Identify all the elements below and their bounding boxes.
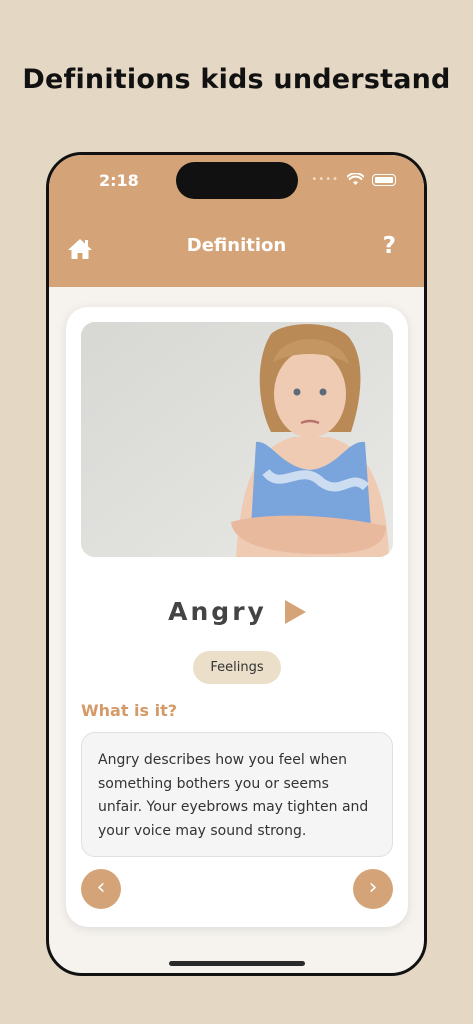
chevron-right-icon: ›: [368, 875, 378, 900]
promo-headline: Definitions kids understand: [22, 64, 451, 95]
word-row: Angry: [66, 597, 408, 626]
screen-title: Definition: [186, 235, 287, 256]
status-icons: ••••: [311, 173, 396, 186]
signal-icon: ••••: [311, 174, 339, 185]
wifi-icon: [347, 173, 364, 185]
dynamic-island: [176, 162, 298, 199]
battery-icon: [372, 173, 396, 186]
definition-heading: What is it?: [81, 701, 178, 720]
definition-text: Angry describes how you feel when someth…: [81, 732, 393, 857]
chevron-left-icon: ‹: [96, 875, 106, 900]
top-app-bar: 2:18 •••• Definition ?: [49, 155, 424, 287]
play-icon[interactable]: [284, 599, 306, 624]
status-time: 2:18: [99, 171, 139, 190]
phone-frame: 2:18 •••• Definition ? Angry Feelings Wh…: [46, 152, 427, 976]
next-button[interactable]: ›: [353, 869, 393, 909]
word-card: Angry Feelings What is it? Angry describ…: [66, 307, 408, 927]
word-photo: [81, 322, 393, 557]
word-title: Angry: [168, 597, 267, 626]
help-button[interactable]: ?: [383, 233, 396, 259]
previous-button[interactable]: ‹: [81, 869, 121, 909]
category-tag[interactable]: Feelings: [193, 651, 281, 684]
home-indicator[interactable]: [169, 961, 305, 966]
